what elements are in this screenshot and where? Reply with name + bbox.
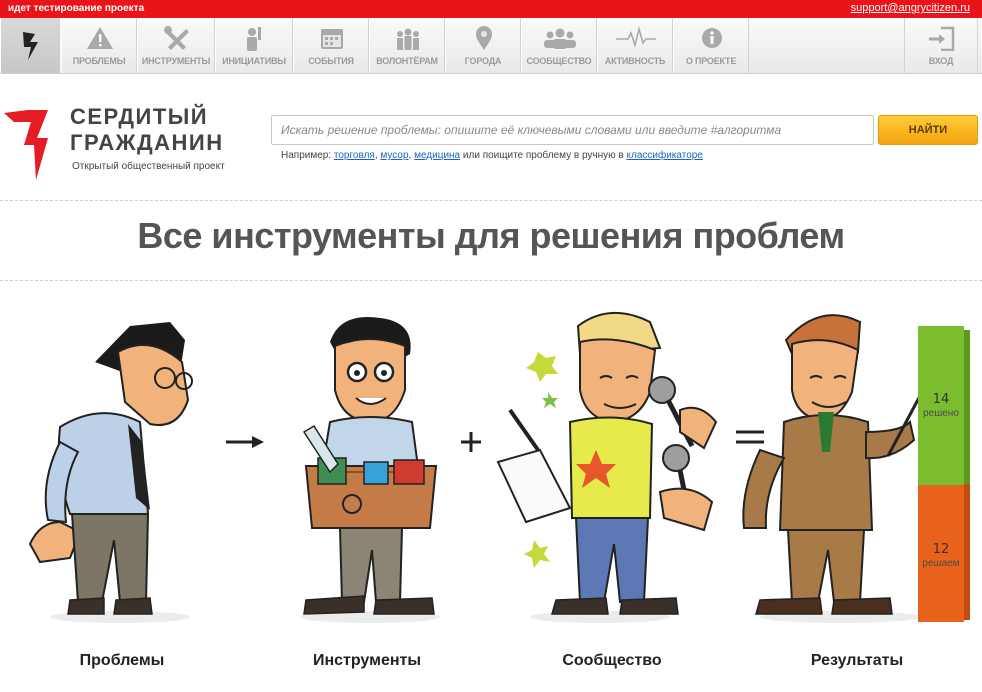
community-icon	[544, 28, 576, 49]
logo-title-line1: СЕРДИТЫЙ	[70, 104, 209, 129]
examples-middle-text: или поищите проблему в ручную в	[462, 150, 624, 161]
nav-item-problems[interactable]: Проблемы	[61, 18, 137, 73]
step-caption-results: Результаты	[810, 652, 904, 669]
nav-item-volunteers[interactable]: Волонтёрам	[369, 18, 445, 73]
login-door-icon	[929, 26, 955, 51]
step-caption-problems: Проблемы	[79, 652, 165, 669]
divider	[0, 200, 982, 201]
community-figure	[496, 311, 718, 615]
nav-label: О проекте	[685, 56, 737, 66]
info-icon	[702, 28, 722, 48]
logo-bolt-icon	[4, 110, 48, 180]
find-button[interactable]: НАЙТИ	[878, 115, 978, 145]
testing-notice: идет тестирование проекта	[8, 3, 145, 14]
examples-prefix: Например:	[281, 150, 332, 161]
nav-label: Активность	[604, 56, 666, 66]
search-input[interactable]: Искать решение проблемы: опишите её ключ…	[271, 115, 874, 145]
example-link-trade[interactable]: торговля	[334, 150, 375, 161]
solving-label: решаем	[922, 558, 960, 569]
divider	[0, 280, 982, 281]
solved-label: решено	[923, 408, 959, 419]
toolbox-citizen-figure	[302, 317, 438, 615]
home-button[interactable]	[0, 18, 60, 73]
person-raise-hand-icon	[247, 27, 261, 51]
page-headline: Все инструменты для решения проблем	[137, 215, 845, 256]
logo-bolt-icon	[23, 32, 38, 60]
nav-label: Сообщество	[526, 56, 592, 66]
nav-label: Проблемы	[72, 56, 126, 66]
login-button[interactable]: Вход	[904, 18, 978, 73]
nav-item-events[interactable]: События	[293, 18, 369, 73]
search-examples: Например: торговля, мусор, медицина или …	[281, 150, 703, 161]
step-caption-community: Сообщество	[562, 652, 662, 669]
main-nav: Проблемы Инструменты Инициативы События	[0, 18, 982, 74]
map-pin-icon	[476, 26, 492, 50]
nav-label: Волонтёрам	[376, 56, 438, 66]
nav-item-community[interactable]: Сообщество	[521, 18, 597, 73]
nav-label: Инициативы	[222, 56, 286, 66]
example-link-garbage[interactable]: мусор	[380, 150, 408, 161]
logo-title-line2: ГРАЖДАНИН	[70, 130, 224, 155]
warning-icon	[87, 27, 113, 49]
top-strip: идет тестирование проекта support@angryc…	[0, 0, 982, 18]
calendar-icon	[321, 29, 343, 49]
nav-item-cities[interactable]: Города	[445, 18, 521, 73]
site-logo[interactable]: СЕРДИТЫЙ ГРАЖДАНИН Открытый общественный…	[0, 100, 240, 185]
nav-item-activity[interactable]: Активность	[597, 18, 673, 73]
volunteers-icon	[397, 28, 419, 50]
nav-label: События	[308, 56, 354, 66]
results-counter-bar	[918, 324, 970, 622]
nav-item-tools[interactable]: Инструменты	[137, 18, 215, 73]
example-link-medicine[interactable]: медицина	[414, 150, 460, 161]
page: { "topbar": { "notice": "идет тестирован…	[0, 0, 982, 692]
support-email-link[interactable]: support@angrycitizen.ru	[851, 2, 970, 14]
angry-citizen-figure	[28, 322, 193, 615]
nav-label: Вход	[928, 56, 954, 66]
solving-count: 12	[932, 542, 950, 557]
logo-tagline: Открытый общественный проект	[72, 161, 225, 172]
tools-icon	[164, 26, 189, 50]
step-caption-tools: Инструменты	[312, 652, 422, 669]
pulse-icon	[616, 25, 656, 48]
results-figure	[742, 314, 940, 615]
nav-item-initiatives[interactable]: Инициативы	[215, 18, 293, 73]
nav-item-about[interactable]: О проекте	[673, 18, 749, 73]
solved-count: 14	[932, 392, 950, 407]
nav-label: Инструменты	[141, 56, 211, 66]
classifier-link[interactable]: классификаторе	[627, 150, 703, 161]
illustration-stage	[28, 311, 970, 623]
nav-label: Города	[464, 56, 502, 66]
